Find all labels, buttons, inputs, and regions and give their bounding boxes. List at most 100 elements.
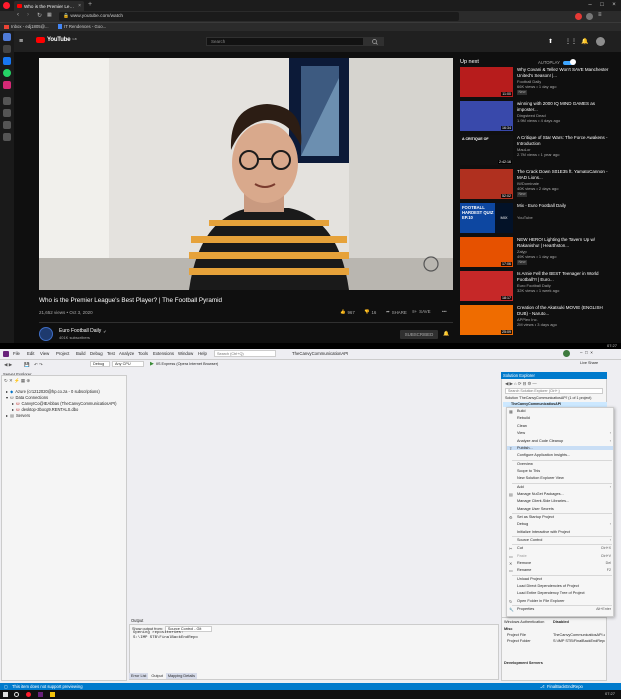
menu-window[interactable]: Window [178, 351, 193, 356]
context-menu-item[interactable]: Analyze and Code Cleanup [517, 439, 563, 443]
video-player[interactable] [39, 58, 453, 290]
history-icon[interactable] [3, 109, 11, 117]
subscribe-button[interactable]: SUBSCRIBED [400, 330, 438, 339]
video-thumbnail[interactable]: 16:34 [460, 101, 513, 131]
tree-node-data-connections[interactable]: ▾ ⛁ Data Connections [6, 395, 48, 400]
settings-icon[interactable] [3, 133, 11, 141]
menu-project[interactable]: Project [56, 351, 69, 356]
tab-close-icon[interactable]: × [78, 3, 81, 9]
undo-icon[interactable]: ↶ ↷ [34, 362, 43, 368]
minimize-button[interactable]: – [584, 1, 596, 10]
messenger-icon[interactable] [3, 45, 11, 53]
tree-node-connection-2[interactable]: ▸ ⛁ desktop-3bocg9.RENTALS.dbo [12, 407, 78, 412]
video-thumbnail[interactable]: 52:02 [460, 169, 513, 199]
menu-extensions[interactable]: Extensions [153, 351, 174, 356]
reload-icon[interactable]: ↻ [37, 12, 42, 19]
url-field[interactable]: 🔒 www.youtube.com/watch [59, 12, 459, 21]
recommendation-card[interactable]: 11:00 Why Covani & Tellez Won't SAVE Manc… [460, 67, 610, 99]
context-menu-item[interactable]: Open Folder in File Explorer [517, 599, 564, 603]
context-menu-item[interactable]: Add [517, 485, 524, 489]
tree-node-azure[interactable]: ▸ ◆ Azure (cr1212020@hp.co.za - 0 subscrip… [6, 389, 100, 394]
whatsapp-icon[interactable] [3, 69, 11, 77]
tree-node-connection-1[interactable]: ▸ ⛁ CanvyICo@IEAbbas (TheCanvyCommunicatio… [12, 401, 116, 406]
messenger-app-icon[interactable] [3, 57, 11, 65]
tree-node-servers[interactable]: ▸ ▤ Servers [6, 413, 30, 418]
menu-edit[interactable]: Edit [27, 351, 34, 356]
recommendation-card[interactable]: 25:09 Creation of the Akatsuki MOVIE (ENG… [460, 305, 610, 337]
context-menu-item[interactable]: Source Control [517, 538, 542, 542]
apps-icon[interactable]: ⋮⋮ [565, 38, 577, 45]
solution-node[interactable]: Solution 'TheCanvyCommunicatiosAPI' (1 o… [505, 396, 591, 400]
recommendation-card[interactable]: 18:17 Is Arnie Fell the BEST Teenager in … [460, 271, 610, 303]
recommendation-card[interactable]: 16:34 winning with 2000 IQ MIND GAMES as … [460, 101, 610, 133]
bookmarks-icon[interactable] [3, 121, 11, 129]
context-menu-item[interactable]: Manage User Secrets [517, 507, 554, 511]
bell-icon[interactable]: 🔔 [443, 331, 449, 337]
menu-icon[interactable]: ≡ [19, 38, 23, 45]
context-menu-item[interactable]: Rename [517, 568, 531, 572]
back-icon[interactable]: ‹ [17, 12, 19, 18]
share-button[interactable]: ➦ SHARE [386, 309, 407, 315]
video-thumbnail[interactable]: 18:17 [460, 271, 513, 301]
close-window-button[interactable]: × [608, 1, 620, 10]
live-share-button[interactable]: Live Share [580, 361, 598, 365]
video-thumbnail[interactable]: 17:06 [460, 237, 513, 267]
search-button[interactable] [364, 37, 384, 46]
new-tab-icon[interactable]: + [88, 1, 92, 8]
browser-tab[interactable]: Who is the Premier Leag... × [14, 1, 84, 11]
menu-test[interactable]: Test [107, 351, 115, 356]
run-button[interactable]: ▶ IIS Express (Opera Internet Browser) [150, 361, 218, 367]
recommendation-card[interactable]: 17:06 NEW HERO! Lighting the Tavern Up w/… [460, 237, 610, 269]
context-menu-item[interactable]: Configure Application Insights... [517, 453, 570, 457]
menu-analyze[interactable]: Analyze [119, 351, 134, 356]
start-icon[interactable] [3, 692, 8, 697]
property-value[interactable]: TheCanvyCommunicatiosAPI.csproj [553, 633, 605, 637]
context-menu-item[interactable]: Cut [517, 546, 523, 550]
video-thumbnail[interactable]: 2:42:16 A CRITIQUE OF [460, 135, 513, 165]
context-menu-item[interactable]: Set as Startup Project [517, 515, 554, 519]
taskbar-vs-icon[interactable] [38, 692, 43, 697]
context-menu-item[interactable]: Load Entire Dependency Tree of Project [517, 591, 585, 595]
easy-setup-icon[interactable]: ≡ [598, 12, 602, 18]
recommendation-card[interactable]: 52:02 The Crack Down S01E35 ft. YamatoCan… [460, 169, 610, 201]
context-menu-item[interactable]: Overview [517, 462, 533, 466]
user-avatar[interactable] [563, 350, 570, 357]
avatar[interactable] [596, 37, 605, 46]
property-value[interactable]: S:\IMP STB\FinalBackEndRepo [553, 639, 605, 643]
menu-debug[interactable]: Debug [90, 351, 103, 356]
menu-file[interactable]: File [13, 351, 20, 356]
youtube-search-input[interactable]: Search [206, 37, 364, 46]
tab-output[interactable]: Output [149, 673, 165, 679]
dislike-button[interactable]: 👎 16 [364, 309, 376, 315]
context-menu-item[interactable]: Debug [517, 522, 528, 526]
bookmark-docs[interactable]: IT Rendences - Goo... [58, 23, 106, 30]
context-menu-item[interactable]: Manage Client-Side Libraries... [517, 499, 569, 503]
context-menu-item[interactable]: Build [517, 409, 525, 413]
context-menu-item[interactable]: New Solution Explorer View [517, 476, 564, 480]
repo-name[interactable]: FinalBackEndRepo [547, 683, 583, 690]
vs-window-controls[interactable]: – □ × [580, 350, 593, 355]
save-button[interactable]: ≡+ SAVE [412, 309, 431, 314]
player-icon[interactable] [3, 97, 11, 105]
taskbar-explorer-icon[interactable] [50, 692, 55, 697]
context-menu-item[interactable]: Clean [517, 424, 527, 428]
channel-avatar[interactable] [39, 327, 53, 341]
context-menu-item[interactable]: Unload Project [517, 577, 542, 581]
speed-dial-icon[interactable]: ▦ [47, 12, 52, 18]
solution-search-input[interactable]: Search Solution Explorer (Ctrl+;) [505, 388, 603, 394]
nav-back-icon[interactable]: ◀ ▶ [4, 362, 12, 368]
vpn-icon[interactable] [575, 13, 582, 20]
youtube-logo[interactable]: YouTube GB [36, 37, 77, 43]
video-thumbnail[interactable]: 11:00 [460, 67, 513, 97]
instagram-icon[interactable] [3, 81, 11, 89]
context-menu-item[interactable]: Remove [517, 561, 531, 565]
autoplay-switch[interactable] [562, 59, 576, 65]
menu-view[interactable]: View [40, 351, 49, 356]
taskbar-opera-icon[interactable] [26, 692, 31, 697]
home-icon[interactable] [3, 33, 11, 41]
tab-mapping-details[interactable]: Mapping Details [165, 673, 198, 679]
forward-icon[interactable]: › [27, 12, 29, 18]
account-icon[interactable] [586, 13, 593, 20]
context-menu-item[interactable]: View [517, 431, 525, 435]
recommendation-card[interactable]: FOOTBALL HARDEST QUIZ EP.10 MIX Mix - Euro… [460, 203, 610, 235]
